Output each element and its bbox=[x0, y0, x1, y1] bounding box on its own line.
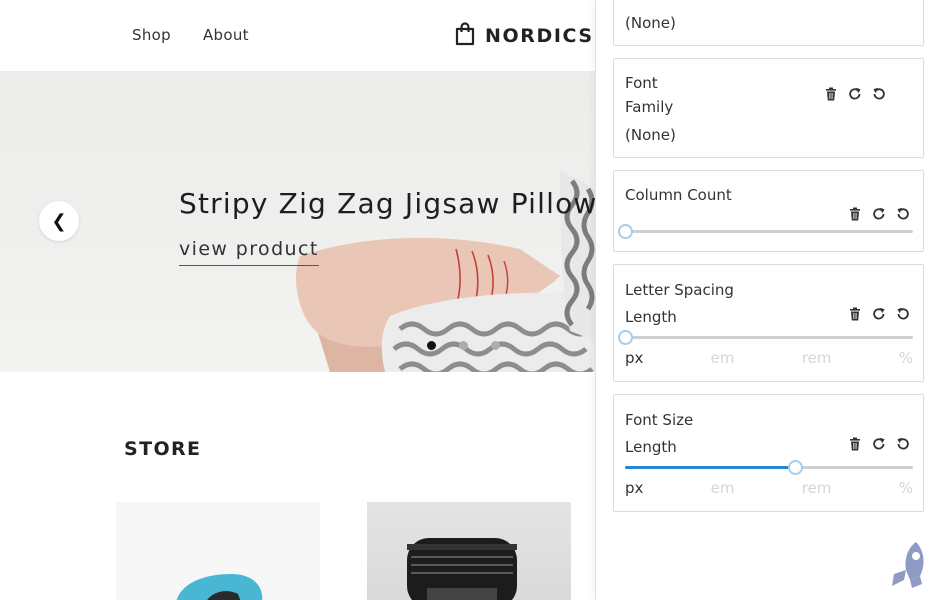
nav-link-about[interactable]: About bbox=[203, 26, 249, 44]
property-value[interactable]: (None) bbox=[625, 14, 676, 32]
unit-px[interactable]: px bbox=[625, 349, 643, 367]
font-family-tools bbox=[824, 87, 896, 101]
letter-spacing-tools bbox=[848, 307, 920, 321]
hero-title: Stripy Zig Zag Jigsaw Pillow bbox=[179, 187, 596, 220]
letter-spacing-slider[interactable] bbox=[618, 330, 913, 345]
product-card-speaker[interactable] bbox=[116, 502, 320, 600]
unit-percent[interactable]: % bbox=[899, 349, 913, 367]
letter-spacing-box: Letter Spacing Length px em rem % bbox=[613, 264, 924, 382]
undo-icon[interactable] bbox=[896, 207, 910, 221]
font-family-box: Font Family (None) bbox=[613, 58, 924, 158]
font-size-slider[interactable] bbox=[625, 460, 913, 475]
shopping-bag-icon bbox=[454, 22, 476, 50]
unit-em[interactable]: em bbox=[711, 349, 735, 367]
column-count-slider[interactable] bbox=[618, 224, 913, 239]
font-size-units: px em rem % bbox=[625, 479, 913, 497]
undo-icon[interactable] bbox=[872, 87, 886, 101]
column-count-tools bbox=[848, 207, 920, 221]
shop-page: Shop About NORDICS ❮ Stripy Zig Zag Jigs… bbox=[0, 0, 596, 600]
font-size-sublabel: Length bbox=[625, 438, 677, 456]
hero-carousel: ❮ Stripy Zig Zag Jigsaw Pillow view prod… bbox=[0, 71, 596, 372]
carousel-dot[interactable] bbox=[459, 341, 468, 350]
carousel-prev-button[interactable]: ❮ bbox=[39, 201, 79, 241]
unit-rem[interactable]: rem bbox=[802, 349, 832, 367]
redo-icon[interactable] bbox=[872, 437, 886, 451]
redo-icon[interactable] bbox=[872, 207, 886, 221]
unit-px[interactable]: px bbox=[625, 479, 643, 497]
letter-spacing-units: px em rem % bbox=[625, 349, 913, 367]
column-count-box: Column Count bbox=[613, 170, 924, 252]
slider-fill bbox=[625, 466, 795, 469]
nav-link-shop[interactable]: Shop bbox=[132, 26, 171, 44]
font-size-box: Font Size Length px em rem % bbox=[613, 394, 924, 512]
product-image bbox=[407, 538, 517, 600]
trash-icon[interactable] bbox=[848, 437, 862, 451]
slider-thumb[interactable] bbox=[618, 224, 633, 239]
unit-rem[interactable]: rem bbox=[802, 479, 832, 497]
slider-thumb[interactable] bbox=[787, 460, 803, 475]
product-card-lens[interactable] bbox=[367, 502, 571, 600]
font-family-label-line2: Family bbox=[625, 98, 674, 116]
letter-spacing-label: Letter Spacing bbox=[625, 281, 734, 299]
product-image bbox=[176, 574, 263, 600]
slider-thumb[interactable] bbox=[618, 330, 633, 345]
trash-icon[interactable] bbox=[848, 307, 862, 321]
carousel-dot[interactable] bbox=[491, 341, 500, 350]
trash-icon[interactable] bbox=[824, 87, 838, 101]
brand-name: NORDICS bbox=[485, 25, 594, 47]
view-product-link[interactable]: view product bbox=[179, 238, 319, 266]
letter-spacing-sublabel: Length bbox=[625, 308, 677, 326]
carousel-dots bbox=[427, 341, 523, 350]
rocket-icon[interactable] bbox=[888, 540, 930, 590]
redo-icon[interactable] bbox=[848, 87, 862, 101]
unit-percent[interactable]: % bbox=[899, 479, 913, 497]
style-editor-panel: (None) Font Family (None) Column Count L… bbox=[595, 0, 940, 600]
font-size-tools bbox=[848, 437, 920, 451]
undo-icon[interactable] bbox=[896, 307, 910, 321]
property-box: (None) bbox=[613, 0, 924, 46]
undo-icon[interactable] bbox=[896, 437, 910, 451]
font-family-value[interactable]: (None) bbox=[625, 126, 676, 144]
trash-icon[interactable] bbox=[848, 207, 862, 221]
hero-pillow-image bbox=[296, 171, 596, 372]
font-size-label: Font Size bbox=[625, 411, 694, 429]
brand-logo[interactable]: NORDICS bbox=[454, 22, 594, 50]
redo-icon[interactable] bbox=[872, 307, 886, 321]
column-count-label: Column Count bbox=[625, 186, 732, 204]
font-family-label: Font bbox=[625, 74, 658, 92]
carousel-dot[interactable] bbox=[427, 341, 436, 350]
top-navigation: Shop About NORDICS bbox=[0, 0, 596, 71]
unit-em[interactable]: em bbox=[711, 479, 735, 497]
store-heading: STORE bbox=[124, 438, 202, 460]
